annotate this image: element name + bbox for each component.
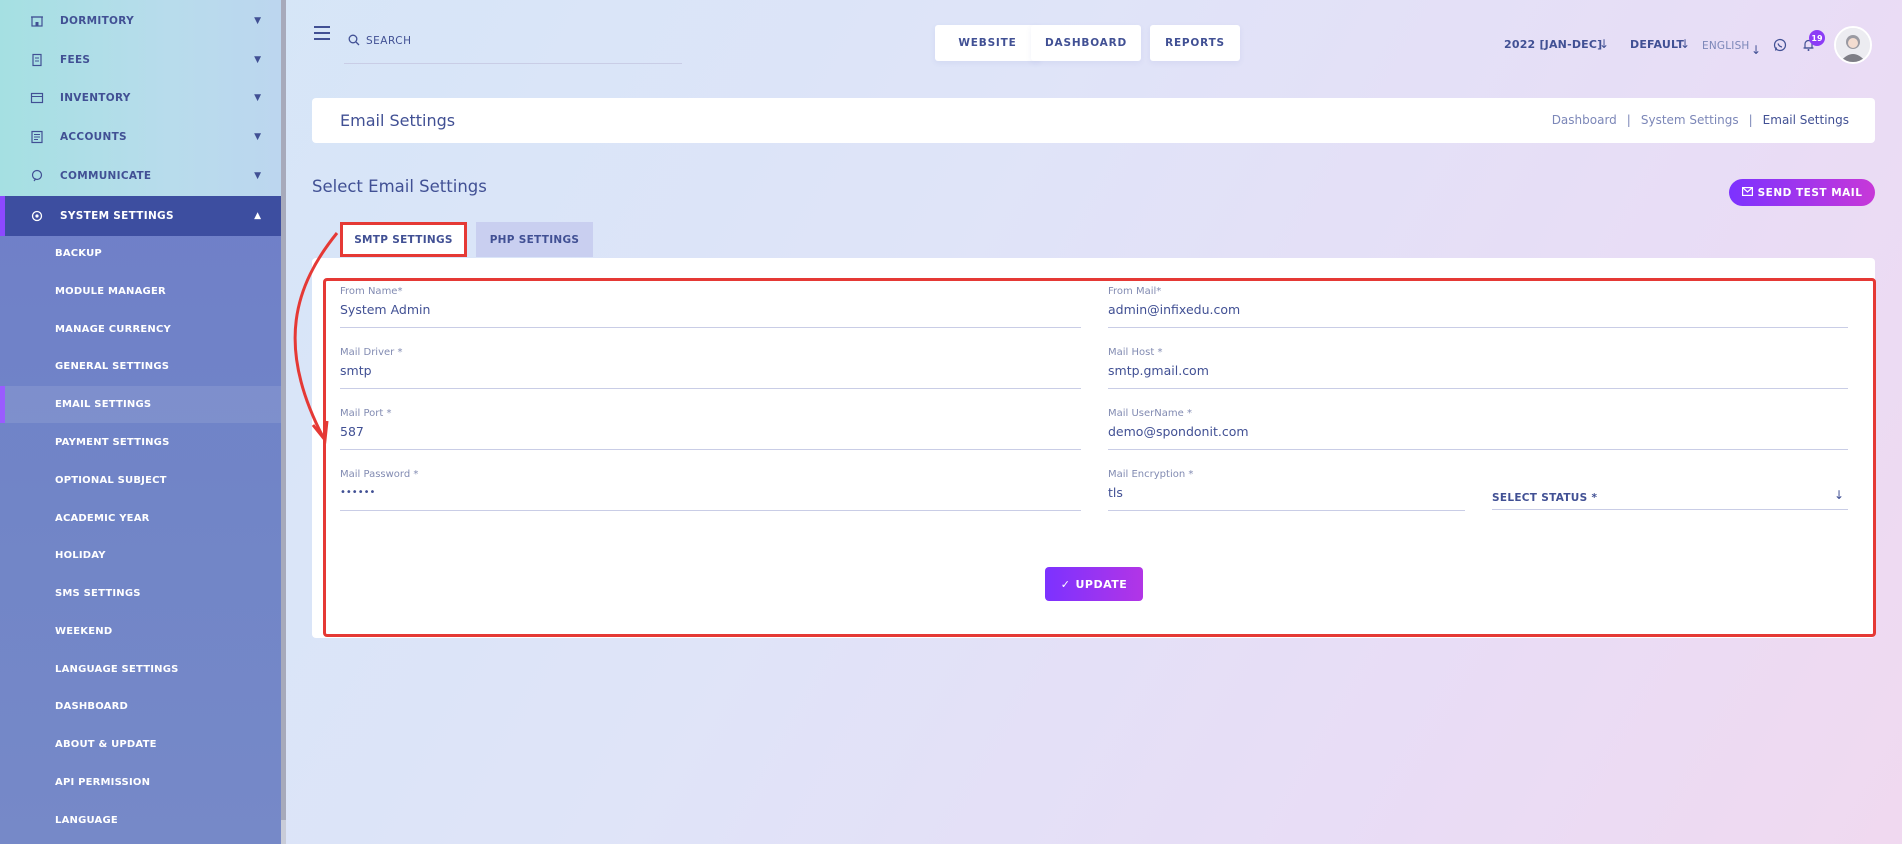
sidebar-subitem-email-settings[interactable]: EMAIL SETTINGS — [0, 386, 281, 423]
sidebar-subitem-label: OPTIONAL SUBJECT — [55, 475, 167, 486]
caret-up-icon: ▲ — [254, 211, 261, 221]
sidebar-subitem-payment-settings[interactable]: PAYMENT SETTINGS — [0, 424, 281, 461]
sidebar-item-inventory[interactable]: INVENTORY ▼ — [0, 79, 281, 117]
arrow-down-icon: ↓ — [1680, 37, 1691, 51]
accounts-icon — [28, 128, 46, 146]
arrow-down-icon: ↓ — [1751, 43, 1762, 57]
sidebar-subitem-label: SMS SETTINGS — [55, 588, 141, 599]
gear-icon — [28, 207, 46, 225]
envelope-icon — [1741, 186, 1753, 199]
breadcrumb-current: Email Settings — [1762, 113, 1849, 127]
sidebar-item-dormitory[interactable]: DORMITORY ▼ — [0, 2, 281, 40]
section-title: Select Email Settings — [312, 177, 487, 196]
sidebar-subitem-label: HOLIDAY — [55, 550, 106, 561]
sidebar-subitem-label: MODULE MANAGER — [55, 286, 166, 297]
sidebar-subitem-module-manager[interactable]: MODULE MANAGER — [0, 273, 281, 310]
caret-down-icon: ▼ — [254, 16, 261, 26]
arrow-down-icon: ↓ — [1599, 37, 1610, 51]
hamburger-menu-icon[interactable] — [314, 26, 330, 40]
sidebar-subitem-general-settings[interactable]: GENERAL SETTINGS — [0, 348, 281, 385]
sidebar-subitem-weekend[interactable]: WEEKEND — [0, 613, 281, 650]
sidebar-item-label: FEES — [60, 54, 91, 66]
send-test-mail-label: SEND TEST MAIL — [1757, 186, 1863, 199]
sidebar-subitem-sms-settings[interactable]: SMS SETTINGS — [0, 575, 281, 612]
sidebar-subitem-label: GENERAL SETTINGS — [55, 361, 170, 372]
tab-php-settings[interactable]: PHP SETTINGS — [476, 222, 593, 257]
breadcrumb-separator: | — [1626, 113, 1631, 127]
sidebar-subitem-language[interactable]: LANGUAGE — [0, 802, 281, 839]
sidebar-item-system-settings[interactable]: SYSTEM SETTINGS ▲ — [0, 196, 281, 236]
sidebar-item-communicate[interactable]: COMMUNICATE ▼ — [0, 157, 281, 195]
search-bar — [344, 30, 682, 64]
language-selector[interactable]: ENGLISH — [1702, 40, 1750, 52]
sidebar-subitem-language-settings[interactable]: LANGUAGE SETTINGS — [0, 651, 281, 688]
breadcrumb: Dashboard | System Settings | Email Settings — [1552, 113, 1849, 127]
theme-selector[interactable]: DEFAULT — [1630, 38, 1684, 51]
notification-badge: 19 — [1809, 30, 1825, 46]
communicate-icon — [28, 167, 46, 185]
sidebar-subitem-label: ACADEMIC YEAR — [55, 513, 150, 524]
sidebar-subitem-dashboard[interactable]: DASHBOARD — [0, 688, 281, 725]
sidebar-item-accounts[interactable]: ACCOUNTS ▼ — [0, 118, 281, 156]
breadcrumb-separator: | — [1748, 113, 1753, 127]
tab-smtp-settings[interactable]: SMTP SETTINGS — [340, 222, 467, 257]
breadcrumb-link-dashboard[interactable]: Dashboard — [1552, 113, 1617, 127]
annotation-arrow-icon — [293, 232, 339, 444]
whatsapp-icon[interactable] — [1773, 38, 1787, 55]
sidebar-subitem-optional-subject[interactable]: OPTIONAL SUBJECT — [0, 462, 281, 499]
highlight-outline — [323, 278, 1876, 637]
sidebar-subitem-label: LANGUAGE — [55, 815, 118, 826]
website-button[interactable]: WEBSITE — [935, 25, 1040, 61]
sidebar-subitem-about-update[interactable]: ABOUT & UPDATE — [0, 726, 281, 763]
sidebar-subitem-label: ABOUT & UPDATE — [55, 739, 157, 750]
inventory-icon — [28, 89, 46, 107]
avatar[interactable] — [1834, 26, 1872, 64]
sidebar-item-label: COMMUNICATE — [60, 170, 152, 182]
sidebar-item-label: SYSTEM SETTINGS — [60, 210, 174, 222]
breadcrumb-link-system-settings[interactable]: System Settings — [1641, 113, 1739, 127]
page-title: Email Settings — [340, 111, 456, 130]
session-selector[interactable]: 2022 [JAN-DEC] — [1504, 38, 1602, 51]
dashboard-button[interactable]: DASHBOARD — [1031, 25, 1141, 61]
sidebar-item-label: ACCOUNTS — [60, 131, 127, 143]
sidebar-subitem-label: EMAIL SETTINGS — [55, 399, 152, 410]
search-icon — [348, 34, 360, 49]
sidebar-item-fees[interactable]: FEES ▼ — [0, 41, 281, 79]
sidebar: DORMITORY ▼ FEES ▼ INVENTORY ▼ ACCOUNTS … — [0, 0, 281, 844]
sidebar-item-label: DORMITORY — [60, 15, 134, 27]
search-input[interactable] — [366, 30, 666, 52]
caret-down-icon: ▼ — [254, 55, 261, 65]
building-icon — [28, 12, 46, 30]
page-header-card: Email Settings Dashboard | System Settings… — [312, 98, 1875, 143]
sidebar-subitem-label: MANAGE CURRENCY — [55, 324, 171, 335]
reports-button[interactable]: REPORTS — [1150, 25, 1240, 61]
caret-down-icon: ▼ — [254, 93, 261, 103]
caret-down-icon: ▼ — [254, 132, 261, 142]
sidebar-subitem-label: BACKUP — [55, 248, 102, 259]
caret-down-icon: ▼ — [254, 171, 261, 181]
sidebar-subitem-label: DASHBOARD — [55, 701, 129, 712]
sidebar-subitem-label: PAYMENT SETTINGS — [55, 437, 170, 448]
sidebar-subitem-label: LANGUAGE SETTINGS — [55, 664, 179, 675]
sidebar-item-label: INVENTORY — [60, 92, 131, 104]
sidebar-subitem-label: API PERMISSION — [55, 777, 151, 788]
receipt-icon — [28, 51, 46, 69]
sidebar-subitem-label: WEEKEND — [55, 626, 113, 637]
sidebar-subitem-holiday[interactable]: HOLIDAY — [0, 537, 281, 574]
send-test-mail-button[interactable]: SEND TEST MAIL — [1729, 179, 1875, 206]
sidebar-subitem-manage-currency[interactable]: MANAGE CURRENCY — [0, 311, 281, 348]
sidebar-subitem-academic-year[interactable]: ACADEMIC YEAR — [0, 500, 281, 537]
sidebar-subitem-backup[interactable]: BACKUP — [0, 235, 281, 272]
sidebar-subitem-api-permission[interactable]: API PERMISSION — [0, 764, 281, 801]
